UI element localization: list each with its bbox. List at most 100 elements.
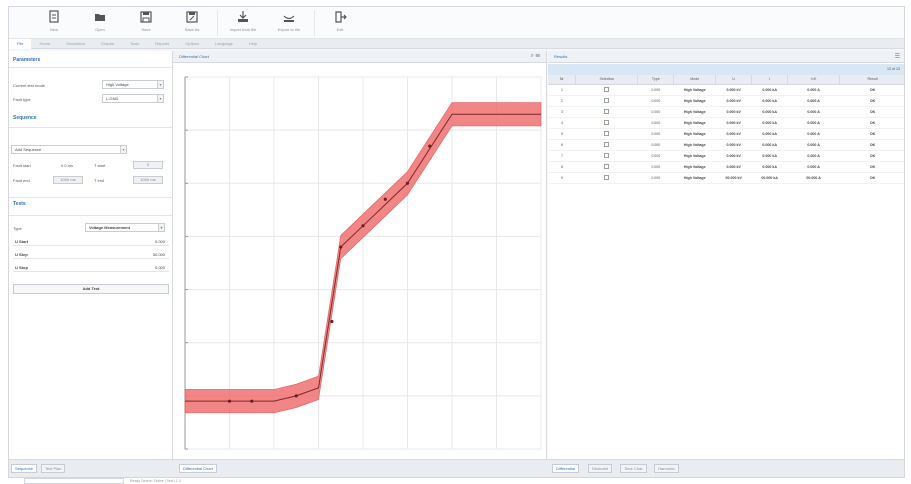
fault-type-select[interactable]: L-GND ▾ — [102, 94, 164, 103]
cell-result: OK — [839, 172, 904, 184]
cell-ixk: 0.000 A — [787, 139, 840, 151]
cell-nr: 6 — [548, 139, 576, 151]
app-window: New Open Save Save As Import from file E… — [8, 6, 905, 478]
tab-test-plan[interactable]: Test Plan — [41, 464, 66, 473]
tab-language[interactable]: Language — [207, 39, 241, 49]
tab-tools[interactable]: Tools — [122, 39, 147, 49]
test-point-marker — [330, 319, 334, 324]
test-mode-value: High Voltage — [106, 82, 129, 87]
tab-harmonic[interactable]: Harmonic — [654, 464, 680, 473]
table-row[interactable]: 9 0.000 High Voltage 00.000 kV 00.000 kA… — [548, 172, 904, 184]
chevron-down-icon: ▾ — [158, 224, 164, 231]
table-row[interactable]: 8 0.000 High Voltage 0.000 kV 0.000 kA 0… — [548, 161, 904, 173]
status-input[interactable] — [24, 478, 124, 484]
u-start-row[interactable]: U Start 0.000 — [13, 237, 169, 246]
test-mode-select[interactable]: High Voltage ▾ — [102, 80, 164, 89]
row-checkbox[interactable] — [604, 175, 610, 180]
column-header-result[interactable]: Result — [839, 75, 904, 85]
cell-result: OK — [839, 84, 904, 96]
import-button[interactable]: Import from file — [220, 7, 266, 39]
cell-type: 0.000 — [637, 95, 674, 107]
test-point-marker — [294, 394, 298, 398]
main-toolbar: New Open Save Save As Import from file E… — [9, 7, 904, 39]
cell-result: OK — [839, 95, 904, 107]
tab-simulation[interactable]: Simulation — [58, 39, 93, 49]
open-button[interactable]: Open — [77, 7, 123, 39]
table-row[interactable]: 4 0.000 High Voltage 0.000 kV 0.000 kA 0… — [548, 117, 904, 129]
cell-nr: 1 — [548, 84, 576, 96]
tab-reports[interactable]: Reports — [147, 39, 177, 49]
row-checkbox[interactable] — [604, 153, 610, 158]
sequence-select-value: Add Sequence — [15, 147, 42, 152]
u-step-value: 50.000 — [152, 252, 165, 257]
exit-button[interactable]: Exit — [317, 7, 363, 39]
save-icon — [140, 11, 152, 23]
tab-help[interactable]: Help — [241, 39, 265, 49]
fault-end-field[interactable]: 1000 ms — [53, 176, 83, 184]
tab-differential-chart[interactable]: Differential Chart — [179, 464, 217, 473]
new-label: New — [49, 27, 58, 32]
row-checkbox[interactable] — [604, 109, 610, 114]
chart-tools-icons[interactable]: ⌕ ☰ — [530, 53, 540, 60]
u-stop-row[interactable]: U Stop 0.000 — [13, 263, 169, 272]
row-checkbox[interactable] — [604, 87, 610, 92]
table-row[interactable]: 7 0.000 High Voltage 0.000 kV 0.000 kA 0… — [548, 150, 904, 162]
new-button[interactable]: New — [31, 7, 77, 39]
tab-options[interactable]: Options — [177, 39, 207, 49]
chart-panel-header: Differential Chart ⌕ ☰ — [173, 51, 546, 63]
t-end-field[interactable]: 1000 ms — [133, 176, 163, 184]
cell-mode: High Voltage — [673, 139, 716, 151]
exit-icon — [335, 11, 347, 23]
column-header-selection[interactable]: Selection — [575, 75, 639, 85]
save-as-button[interactable]: Save As — [169, 7, 215, 39]
column-header-ixk[interactable]: I×K — [787, 75, 841, 85]
cell-type: 0.000 — [637, 117, 674, 129]
cell-ixk: 0.000 A — [787, 95, 840, 107]
table-row[interactable]: 6 0.000 High Voltage 0.000 kV 0.000 kA 0… — [548, 139, 904, 151]
cell-u: 0.000 kV — [715, 84, 752, 96]
tab-graphs[interactable]: Graphs — [93, 39, 122, 49]
table-row[interactable]: 5 0.000 High Voltage 0.000 kV 0.000 kA 0… — [548, 128, 904, 140]
tab-differential[interactable]: Differential — [552, 464, 580, 473]
export-button[interactable]: Export to file — [266, 7, 312, 39]
cell-i: 0.000 kA — [751, 139, 788, 151]
row-checkbox[interactable] — [604, 98, 610, 103]
status-bar: Ready Device: Online | Test | 1.0 — [8, 478, 905, 484]
sequence-select[interactable]: Add Sequence ▾ — [11, 145, 127, 154]
pin-icon[interactable]: ☰ — [895, 53, 900, 60]
row-checkbox[interactable] — [604, 164, 610, 169]
tab-home[interactable]: Home — [31, 39, 58, 49]
save-button[interactable]: Save — [123, 7, 169, 39]
test-type-select[interactable]: Voltage Measurement ▾ — [85, 223, 165, 232]
table-row[interactable]: 1 0.000 High Voltage 0.000 kV 0.000 kA 0… — [548, 84, 904, 96]
table-row[interactable]: 2 0.000 High Voltage 0.000 kV 0.000 kA 0… — [548, 95, 904, 107]
tab-file[interactable]: File — [9, 38, 32, 49]
add-test-button[interactable]: Add Test — [13, 284, 169, 294]
row-checkbox[interactable] — [604, 131, 610, 136]
table-row[interactable]: 3 0.000 High Voltage 0.000 kV 0.000 kA 0… — [548, 106, 904, 118]
column-header-i[interactable]: I — [751, 75, 789, 85]
t-start-label: T start — [94, 163, 106, 168]
tab-restraint[interactable]: Restraint — [588, 464, 613, 473]
tab-time-char[interactable]: Time Char. — [620, 464, 648, 473]
test-point-marker — [428, 144, 432, 148]
status-text: Ready Device: Online | Test | 1.0 — [130, 479, 181, 483]
cell-result: OK — [839, 106, 904, 118]
cell-selection — [575, 172, 638, 184]
u-step-row[interactable]: U Step 50.000 — [13, 250, 169, 259]
fault-type-value: L-GND — [106, 96, 119, 101]
tab-sequence[interactable]: Sequence — [11, 464, 38, 473]
u-step-label: U Step — [15, 252, 28, 257]
cell-u: 00.000 kV — [715, 172, 752, 184]
t-start-field[interactable]: 0 — [133, 161, 163, 169]
row-checkbox[interactable] — [604, 142, 610, 147]
cell-u: 0.000 kV — [715, 95, 752, 107]
column-header-nr[interactable]: Nr — [548, 75, 577, 85]
fault-end-label: Fault end — [13, 178, 30, 183]
column-header-u[interactable]: U — [715, 75, 753, 85]
toolbar-separator — [314, 10, 315, 36]
column-header-mode[interactable]: Mode — [673, 75, 717, 85]
differential-chart[interactable] — [173, 63, 547, 459]
column-header-type[interactable]: Type — [637, 75, 675, 85]
row-checkbox[interactable] — [604, 120, 610, 125]
